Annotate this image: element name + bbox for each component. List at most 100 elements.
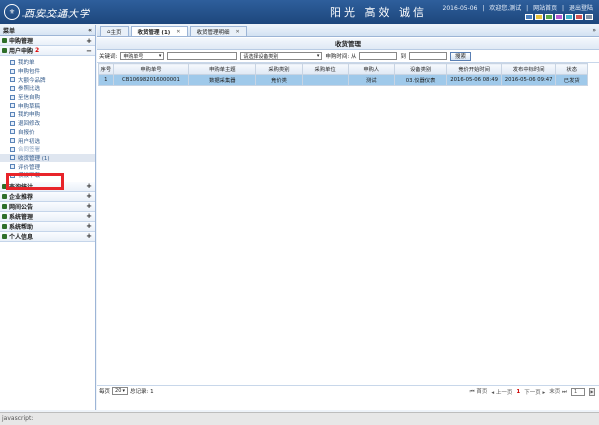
sidebar-item[interactable]: 评价管理: [0, 162, 95, 171]
date-to-input[interactable]: [408, 52, 447, 60]
sidebar-item-label: 参照比选: [18, 86, 41, 93]
sidebar-item[interactable]: 合同签署: [0, 145, 95, 154]
tab-label: 收货管理明细: [196, 29, 230, 36]
sidebar-section-user-purchase[interactable]: 用户申购 2 −: [0, 46, 95, 56]
sidebar-submenu: 我的单申购包件 大额今品牌参照比选 至信自购 申购草稿 我的申购 退回修改 自报价 用户初选合…: [0, 56, 95, 182]
document-icon: [10, 129, 15, 135]
column-header[interactable]: 申购单号: [112, 63, 190, 75]
tab-bar: ⌂ 主页 收货管理 (1) ✕ 收货管理明细 ✕ »: [97, 25, 599, 37]
table-cell: 2016-05-06 09:47: [500, 74, 557, 86]
expand-icon[interactable]: +: [86, 202, 92, 210]
tab[interactable]: ⌂ 主页: [100, 26, 129, 36]
collapse-sidebar-icon[interactable]: «: [88, 27, 92, 34]
category-select-value: 请选择设备类别: [243, 53, 279, 60]
section-badge: 2: [35, 47, 40, 54]
category-select[interactable]: 请选择设备类别 ▾: [240, 52, 323, 60]
chevron-down-icon: ▾: [158, 53, 162, 59]
tab-scroll-icon[interactable]: »: [592, 27, 596, 34]
table-cell: 竞价类: [255, 74, 303, 86]
header-user-info: 2016-05-06 | 欢迎您,测试 | 网站首页 | 退出登陆: [442, 5, 593, 12]
close-tab-icon[interactable]: ✕: [236, 29, 240, 35]
keyword-input[interactable]: [167, 52, 238, 60]
column-header[interactable]: 竞价开始时间: [446, 63, 502, 75]
section-label: 系统帮助: [9, 223, 34, 231]
sidebar-item[interactable]: 我的申购: [0, 110, 95, 119]
page-number-input[interactable]: 1: [571, 387, 585, 396]
sidebar-section[interactable]: 个人信息 +: [0, 231, 95, 242]
document-icon: [10, 103, 15, 109]
sidebar-section[interactable]: 系统管理 +: [0, 211, 95, 222]
sidebar-item[interactable]: 退回修改: [0, 119, 95, 128]
receiving-panel: 收货管理 关键词: 申购单号 ▾ 请选择设备类别 ▾ 申购时间: 从 到 搜索: [97, 38, 599, 410]
go-page-button[interactable]: ▶: [589, 387, 595, 396]
per-page-value: 20: [115, 387, 122, 394]
sidebar-section[interactable]: 企业推荐 +: [0, 191, 95, 202]
sidebar-item[interactable]: 用户初选: [0, 136, 95, 145]
receiving-table: 序号 申购单号 申购单主题 采购类别 采购单位 申购人 设备类别 竞价开始时间 发布中标时间 状态…: [98, 63, 588, 86]
expand-icon[interactable]: +: [86, 212, 92, 220]
keyword-field-select[interactable]: 申购单号 ▾: [120, 52, 165, 60]
expand-icon[interactable]: +: [86, 192, 92, 200]
sidebar-item[interactable]: 收货管理 (1): [0, 153, 95, 163]
document-icon: [10, 120, 15, 126]
last-page-link[interactable]: 末页 ⏭: [549, 387, 567, 396]
column-header[interactable]: 发布中标时间: [500, 63, 557, 75]
skin-swatch[interactable]: [565, 14, 573, 20]
sidebar-item[interactable]: 申购草稿: [0, 101, 95, 110]
skin-swatch[interactable]: [525, 14, 533, 20]
expand-icon[interactable]: +: [86, 37, 92, 45]
next-page-link[interactable]: 下一页 ▸: [524, 388, 545, 396]
expand-icon[interactable]: +: [86, 232, 92, 240]
document-icon: [10, 138, 15, 144]
annotation-highlight-box: [6, 173, 64, 190]
close-tab-icon[interactable]: ✕: [176, 29, 180, 35]
sidebar-section[interactable]: 申购管理 +: [0, 36, 95, 46]
column-header[interactable]: 状态: [555, 63, 588, 75]
section-label: 系统管理: [9, 213, 34, 221]
sidebar-section[interactable]: 网间公告 +: [0, 201, 95, 212]
skin-swatch[interactable]: [555, 14, 563, 20]
total-records: 总记录: 1: [130, 388, 154, 395]
folder-icon: [2, 193, 7, 199]
section-label-wrap: 系统帮助: [2, 222, 33, 231]
sidebar-item[interactable]: 至信自购: [0, 93, 95, 102]
column-header[interactable]: 设备类别: [393, 63, 448, 75]
skin-swatch[interactable]: [585, 14, 593, 20]
folder-icon: [2, 38, 7, 43]
skin-swatch[interactable]: [545, 14, 553, 20]
column-header[interactable]: 采购类别: [255, 63, 303, 75]
sidebar-item-label: 申购包件: [18, 69, 41, 76]
tab[interactable]: 收货管理明细 ✕: [189, 26, 247, 36]
keyword-label: 关键词:: [99, 54, 118, 60]
per-page-select[interactable]: 20 ▾: [112, 386, 129, 395]
table-row[interactable]: 1 CB106982016000001 数据采集器 竞价类 测试 03.仪器仪表 2016-…: [98, 74, 588, 86]
first-page-link[interactable]: ⏮ 首页: [470, 387, 488, 396]
logout-link[interactable]: 退出登陆: [569, 5, 593, 12]
collapse-icon[interactable]: −: [86, 47, 92, 55]
pagination-bar: 每页 20 ▾ 总记录: 1 ⏮ 首页 ◂ 上一页 1 下一页 ▸ 末页 ⏭ 1…: [97, 385, 599, 396]
sidebar-item[interactable]: 申购包件: [0, 67, 95, 76]
sidebar-item[interactable]: 我的单: [0, 58, 95, 67]
sidebar-item[interactable]: 自报价: [0, 128, 95, 137]
date-from-input[interactable]: [359, 52, 398, 60]
folder-icon: [2, 213, 7, 219]
skin-swatch[interactable]: [575, 14, 583, 20]
sidebar-section[interactable]: 系统帮助 +: [0, 221, 95, 232]
prev-page-link[interactable]: ◂ 上一页: [491, 388, 512, 396]
column-header[interactable]: 申购单主题: [188, 63, 257, 75]
table-cell: 1: [98, 74, 114, 86]
expand-icon[interactable]: +: [86, 222, 92, 230]
column-header[interactable]: 申购人: [347, 63, 395, 75]
skin-swatch[interactable]: [535, 14, 543, 20]
column-header[interactable]: 采购单位: [301, 63, 349, 75]
column-header[interactable]: 序号: [98, 63, 114, 75]
first-page-label: 首页: [476, 389, 488, 395]
sidebar-item[interactable]: 参照比选: [0, 84, 95, 93]
next-page-label: 下一页: [524, 389, 541, 396]
table-cell: [301, 74, 349, 86]
home-link[interactable]: 网站首页: [533, 5, 557, 12]
expand-icon[interactable]: +: [86, 182, 92, 190]
sidebar-item[interactable]: 大额今品牌: [0, 75, 95, 84]
search-button[interactable]: 搜索: [449, 51, 471, 61]
tab[interactable]: 收货管理 (1) ✕: [130, 26, 188, 36]
